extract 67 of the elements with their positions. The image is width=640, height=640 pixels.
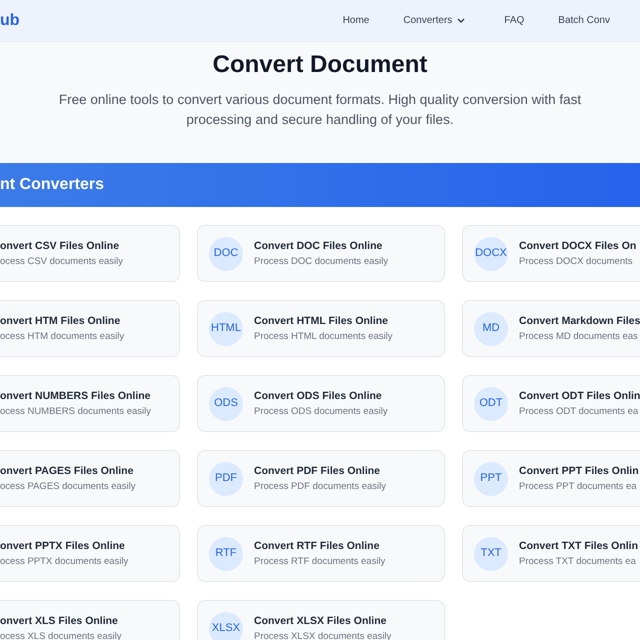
card-description: ocess CSV documents easily xyxy=(0,256,124,268)
card-title: Convert RTF Files Online xyxy=(254,540,380,552)
format-badge: DOCX xyxy=(474,236,508,270)
format-badge: DOC xyxy=(209,236,243,270)
card-title: onvert CSV Files Online xyxy=(0,240,120,252)
format-badge: XLSX xyxy=(209,612,243,640)
chevron-down-icon xyxy=(457,18,466,24)
converter-card[interactable]: ODS Convert ODS Files Online Process ODS documents easily xyxy=(197,375,445,432)
format-badge: HTML xyxy=(209,312,243,346)
card-title: onvert PPTX Files Online xyxy=(0,540,126,552)
converter-card[interactable]: DOCX Convert DOCX Files On Process DOCX documents xyxy=(462,225,640,282)
nav-link[interactable]: Batch Conv xyxy=(558,13,610,28)
card-title: Convert Markdown Files xyxy=(519,314,640,328)
converter-card[interactable]: PDF Convert PDF Files Online Process PDF documents easily xyxy=(197,450,445,507)
format-badge: ODS xyxy=(209,386,243,420)
card-description: Process ODS documents easily xyxy=(254,406,388,418)
card-description: Process MD documents eas xyxy=(519,330,639,342)
card-title: onvert XLS Files Online xyxy=(0,614,119,628)
card-title: Convert ODS Files Online xyxy=(254,390,383,402)
format-badge: PPT xyxy=(474,462,508,496)
converter-card[interactable]: ODT Convert ODT Files Onlin Process ODT documents ea xyxy=(462,375,640,432)
format-badge: PDF xyxy=(209,462,243,496)
card-title: Convert PDF Files Online xyxy=(254,464,382,478)
card-description: Process HTML documents easily xyxy=(254,330,393,342)
converter-card[interactable]: onvert HTM Files Online ocess HTM documents easily xyxy=(0,300,180,357)
converter-card[interactable]: TXT Convert TXT Files Onlin Process TXT documents ea xyxy=(462,525,640,582)
logo-text[interactable]: ub xyxy=(0,12,20,28)
card-description: Process PDF documents easily xyxy=(254,480,386,492)
converter-card[interactable]: MD Convert Markdown Files Process MD documents eas xyxy=(462,300,640,357)
format-badge: ODT xyxy=(474,386,508,420)
converter-card[interactable]: HTML Convert HTML Files Online Process HTML documents easily xyxy=(197,300,445,357)
format-badge: MD xyxy=(474,312,508,346)
card-description: Process PPT documents ea xyxy=(519,480,638,492)
card-title: Convert PPT Files Onlin xyxy=(519,464,639,478)
card-title: Convert HTML Files Online xyxy=(254,314,389,328)
card-title: Convert TXT Files Onlin xyxy=(519,540,638,552)
converter-card[interactable]: PPT Convert PPT Files Onlin Process PPT documents ea xyxy=(462,450,640,507)
card-title: Convert XLSX Files Online xyxy=(254,614,388,628)
converter-card[interactable]: onvert CSV Files Online ocess CSV documents easily xyxy=(0,225,180,282)
converter-card[interactable]: RTF Convert RTF Files Online Process RTF documents easily xyxy=(197,525,445,582)
page-title: Convert Document xyxy=(212,50,428,80)
card-description: Process ODT documents ea xyxy=(519,406,640,418)
card-title: Convert DOCX Files On xyxy=(519,240,636,252)
card-description: ocess HTM documents easily xyxy=(0,330,124,342)
card-description: ocess PPTX documents easily xyxy=(0,556,128,568)
section-title: nt Converters xyxy=(0,175,104,195)
card-title: Convert DOC Files Online xyxy=(254,240,384,252)
converter-card[interactable]: onvert PAGES Files Online ocess PAGES documents easily xyxy=(0,450,180,507)
converter-card[interactable]: onvert PPTX Files Online ocess PPTX documents easily xyxy=(0,525,180,582)
card-description: Process DOC documents easily xyxy=(254,256,388,268)
nav-link[interactable]: FAQ xyxy=(504,13,524,28)
format-badge: TXT xyxy=(474,536,508,570)
card-description: ocess PAGES documents easily xyxy=(0,480,136,492)
nav-link[interactable]: Home xyxy=(342,13,370,28)
page-subtitle: Free online tools to convert various document formats. High quality conversion with fast processing and secure handling of your files. xyxy=(58,91,582,129)
converter-card[interactable]: DOC Convert DOC Files Online Process DOC documents easily xyxy=(197,225,445,282)
card-title: Convert ODT Files Onlin xyxy=(519,390,640,402)
card-description: Process RTF documents easily xyxy=(254,556,386,568)
card-description: Process DOCX documents xyxy=(519,256,634,268)
format-badge: RTF xyxy=(209,536,243,570)
card-description: Process TXT documents ea xyxy=(519,556,637,568)
card-title: onvert PAGES Files Online xyxy=(0,464,134,478)
converter-card[interactable]: onvert NUMBERS Files Online ocess NUMBERS documents easily xyxy=(0,375,180,432)
card-title: onvert HTM Files Online xyxy=(0,314,122,328)
nav-dropdown[interactable]: Converters xyxy=(403,13,466,28)
card-title: onvert NUMBERS Files Online xyxy=(0,390,151,402)
card-description: ocess NUMBERS documents easily xyxy=(0,406,151,418)
